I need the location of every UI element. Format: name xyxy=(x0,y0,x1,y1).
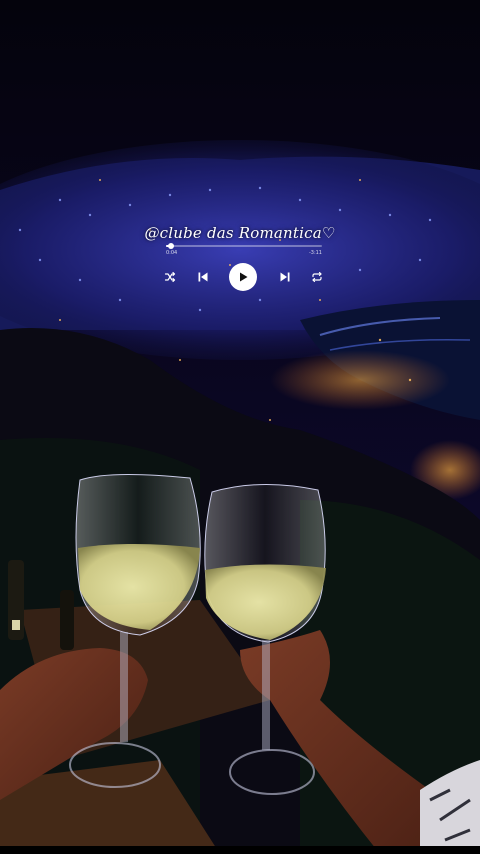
progress-bar[interactable] xyxy=(166,243,322,249)
progress-knob[interactable] xyxy=(167,243,174,249)
skip-next-icon xyxy=(280,272,290,282)
next-button[interactable] xyxy=(276,268,294,286)
time-elapsed: 0:04 xyxy=(166,250,178,256)
account-handle: @clube das Romantica♡ xyxy=(144,224,336,242)
time-remaining: -3:11 xyxy=(308,250,322,256)
skip-previous-icon xyxy=(198,272,208,282)
play-button[interactable] xyxy=(229,263,257,291)
music-player-overlay: @clube das Romantica♡ 0:04 -3:11 xyxy=(0,0,480,854)
shuffle-icon xyxy=(164,271,176,283)
play-icon xyxy=(240,272,248,282)
repeat-button[interactable] xyxy=(309,269,325,285)
shuffle-button[interactable] xyxy=(162,269,178,285)
repeat-icon xyxy=(312,271,322,283)
previous-button[interactable] xyxy=(194,268,212,286)
bottom-bar xyxy=(0,846,480,854)
